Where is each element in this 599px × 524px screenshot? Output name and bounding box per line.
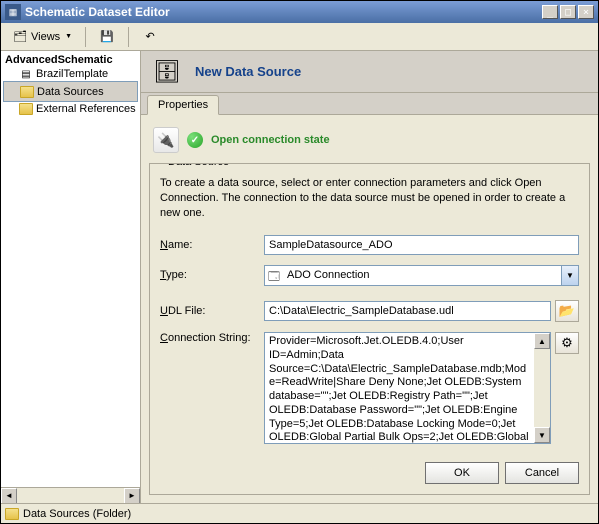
build-connection-button[interactable]: ⚙ [555,332,579,354]
tree[interactable]: AdvancedSchematic ▤ BrazilTemplate Data … [1,51,140,487]
datasource-icon: 🗄 [151,56,183,88]
save-button[interactable]: 💾 [92,26,122,48]
tab-label: Properties [158,99,208,111]
tree-root[interactable]: AdvancedSchematic [3,53,138,67]
type-label: Type: [160,269,260,281]
titlebar: ▦ Schematic Dataset Editor _ □ × [1,1,598,23]
tree-item-label: Data Sources [37,86,104,98]
name-label: Name: [160,239,260,251]
name-input[interactable] [264,235,579,255]
scroll-left-icon[interactable]: ◄ [1,488,17,504]
build-icon: ⚙ [561,335,573,351]
connstring-textarea[interactable] [265,333,534,443]
disconnect-icon: 🔌 [157,132,174,149]
maximize-button[interactable]: □ [560,5,576,19]
tabs: Properties [141,93,598,115]
tree-item-externalreferences[interactable]: External References [3,102,138,116]
dropdown-icon: ▼ [65,33,72,40]
datasource-fieldset: Data Source To create a data source, sel… [149,163,590,495]
scroll-down-icon[interactable]: ▼ [534,427,550,443]
tree-item-label: External References [36,103,136,115]
folder-icon [19,103,33,115]
tab-properties[interactable]: Properties [147,95,219,115]
views-button[interactable]: 🗂 Views ▼ [5,26,79,48]
scroll-right-icon[interactable]: ► [124,488,140,504]
views-label: Views [31,31,60,43]
type-select[interactable] [264,265,579,286]
tree-item-label: BrazilTemplate [36,68,108,80]
fieldset-legend: Data Source [164,163,233,168]
statusbar-text: Data Sources (Folder) [23,508,131,520]
ok-button[interactable]: OK [425,462,499,484]
undo-icon: ↶ [142,29,158,45]
separator [128,27,129,47]
minimize-button[interactable]: _ [542,5,558,19]
sidebar: AdvancedSchematic ▤ BrazilTemplate Data … [1,51,141,503]
undo-button[interactable]: ↶ [135,26,165,48]
toolbar: 🗂 Views ▼ 💾 ↶ [1,23,598,51]
folder-icon [5,508,19,520]
separator [85,27,86,47]
horizontal-scrollbar[interactable]: ◄ ► [1,487,140,503]
udl-input[interactable] [264,301,551,321]
close-button[interactable]: × [578,5,594,19]
tree-item-datasources[interactable]: Data Sources [3,81,138,102]
template-icon: ▤ [19,68,33,80]
scroll-track[interactable] [534,349,550,427]
scroll-up-icon[interactable]: ▲ [534,333,550,349]
folder-icon [20,86,34,98]
app-icon: ▦ [5,4,21,20]
window-title: Schematic Dataset Editor [25,5,542,19]
connstring-label: Connection String: [160,332,260,344]
disconnect-button[interactable]: 🔌 [153,127,179,153]
vertical-scrollbar[interactable]: ▲ ▼ [534,333,550,443]
tree-item-braziltemplate[interactable]: ▤ BrazilTemplate [3,67,138,81]
status-row: 🔌 ✓ Open connection state [149,123,590,157]
udl-label: UDL File: [160,305,260,317]
save-icon: 💾 [99,29,115,45]
check-icon: ✓ [187,132,203,148]
root-label: AdvancedSchematic [5,54,113,66]
browse-button[interactable]: 📂 [555,300,579,322]
page-title: New Data Source [195,64,301,79]
description: To create a data source, select or enter… [160,176,579,221]
content-header: 🗄 New Data Source [141,51,598,93]
statusbar: Data Sources (Folder) [1,503,598,523]
status-text: Open connection state [211,134,330,146]
cancel-button[interactable]: Cancel [505,462,579,484]
browse-icon: 📂 [559,303,575,319]
views-icon: 🗂 [12,29,28,45]
